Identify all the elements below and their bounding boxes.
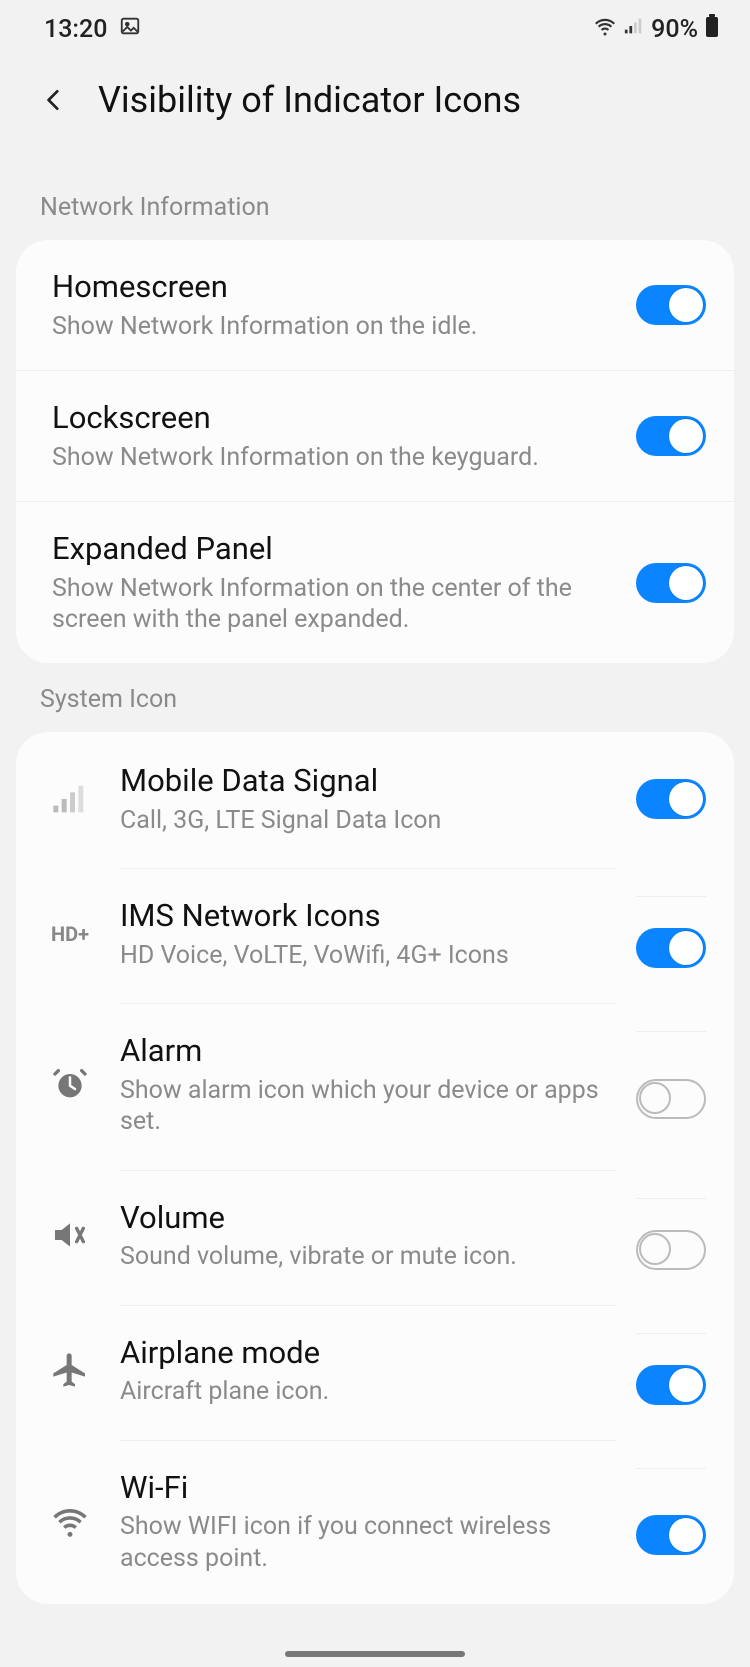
toggle-mobile-data[interactable] [636,779,706,819]
row-sub: Show alarm icon which your device or app… [120,1075,616,1138]
picture-icon [119,15,141,44]
toggle-airplane[interactable] [636,1365,706,1405]
row-sub: Show Network Information on the keyguard… [52,442,616,473]
cell-status-icon [623,15,645,44]
row-homescreen[interactable]: Homescreen Show Network Information on t… [16,240,734,370]
section-label-system: System Icon [0,663,750,732]
row-sub: Sound volume, vibrate or mute icon. [120,1241,616,1272]
alarm-icon [40,1064,100,1104]
back-button[interactable] [40,86,68,114]
row-title: Airplane mode [120,1334,616,1373]
row-sub: Aircraft plane icon. [120,1376,616,1407]
status-time: 13:20 [44,15,107,44]
airplane-icon [40,1350,100,1390]
row-wifi[interactable]: Wi-Fi Show WIFI icon if you connect wire… [16,1438,734,1604]
row-title: IMS Network Icons [120,897,616,936]
signal-icon [40,779,100,819]
toggle-lockscreen[interactable] [636,416,706,456]
row-sub: Show WIFI icon if you connect wireless a… [120,1511,616,1574]
row-title: Wi-Fi [120,1469,616,1508]
wifi-status-icon [593,14,617,45]
row-title: Expanded Panel [52,530,616,569]
toggle-ims[interactable] [636,928,706,968]
row-title: Mobile Data Signal [120,762,616,801]
row-volume[interactable]: Volume Sound volume, vibrate or mute ico… [16,1168,734,1303]
system-card: Mobile Data Signal Call, 3G, LTE Signal … [16,732,734,1604]
row-mobile-data[interactable]: Mobile Data Signal Call, 3G, LTE Signal … [16,732,734,866]
row-title: Lockscreen [52,399,616,438]
network-card: Homescreen Show Network Information on t… [16,240,734,663]
section-label-network: Network Information [0,171,750,240]
row-sub: Show Network Information on the idle. [52,311,616,342]
toggle-homescreen[interactable] [636,285,706,325]
status-bar: 13:20 90% [0,0,750,55]
home-indicator[interactable] [285,1651,465,1657]
toggle-alarm[interactable] [636,1079,706,1119]
page-header: Visibility of Indicator Icons [0,55,750,171]
row-alarm[interactable]: Alarm Show alarm icon which your device … [16,1001,734,1167]
toggle-expanded-panel[interactable] [636,563,706,603]
page-title: Visibility of Indicator Icons [98,79,521,121]
row-lockscreen[interactable]: Lockscreen Show Network Information on t… [16,370,734,501]
toggle-wifi[interactable] [636,1515,706,1555]
row-expanded-panel[interactable]: Expanded Panel Show Network Information … [16,501,734,663]
volume-mute-icon [40,1215,100,1255]
row-sub: HD Voice, VoLTE, VoWifi, 4G+ Icons [120,940,616,971]
row-title: Volume [120,1199,616,1238]
row-airplane[interactable]: Airplane mode Aircraft plane icon. [16,1303,734,1438]
battery-icon [704,14,720,45]
toggle-volume[interactable] [636,1230,706,1270]
row-sub: Call, 3G, LTE Signal Data Icon [120,805,616,836]
row-title: Alarm [120,1032,616,1071]
row-sub: Show Network Information on the center o… [52,573,616,636]
hdplus-icon: HD+ [40,922,100,946]
battery-percent: 90% [651,15,698,44]
wifi-icon [40,1501,100,1541]
row-title: Homescreen [52,268,616,307]
row-ims[interactable]: HD+ IMS Network Icons HD Voice, VoLTE, V… [16,866,734,1001]
